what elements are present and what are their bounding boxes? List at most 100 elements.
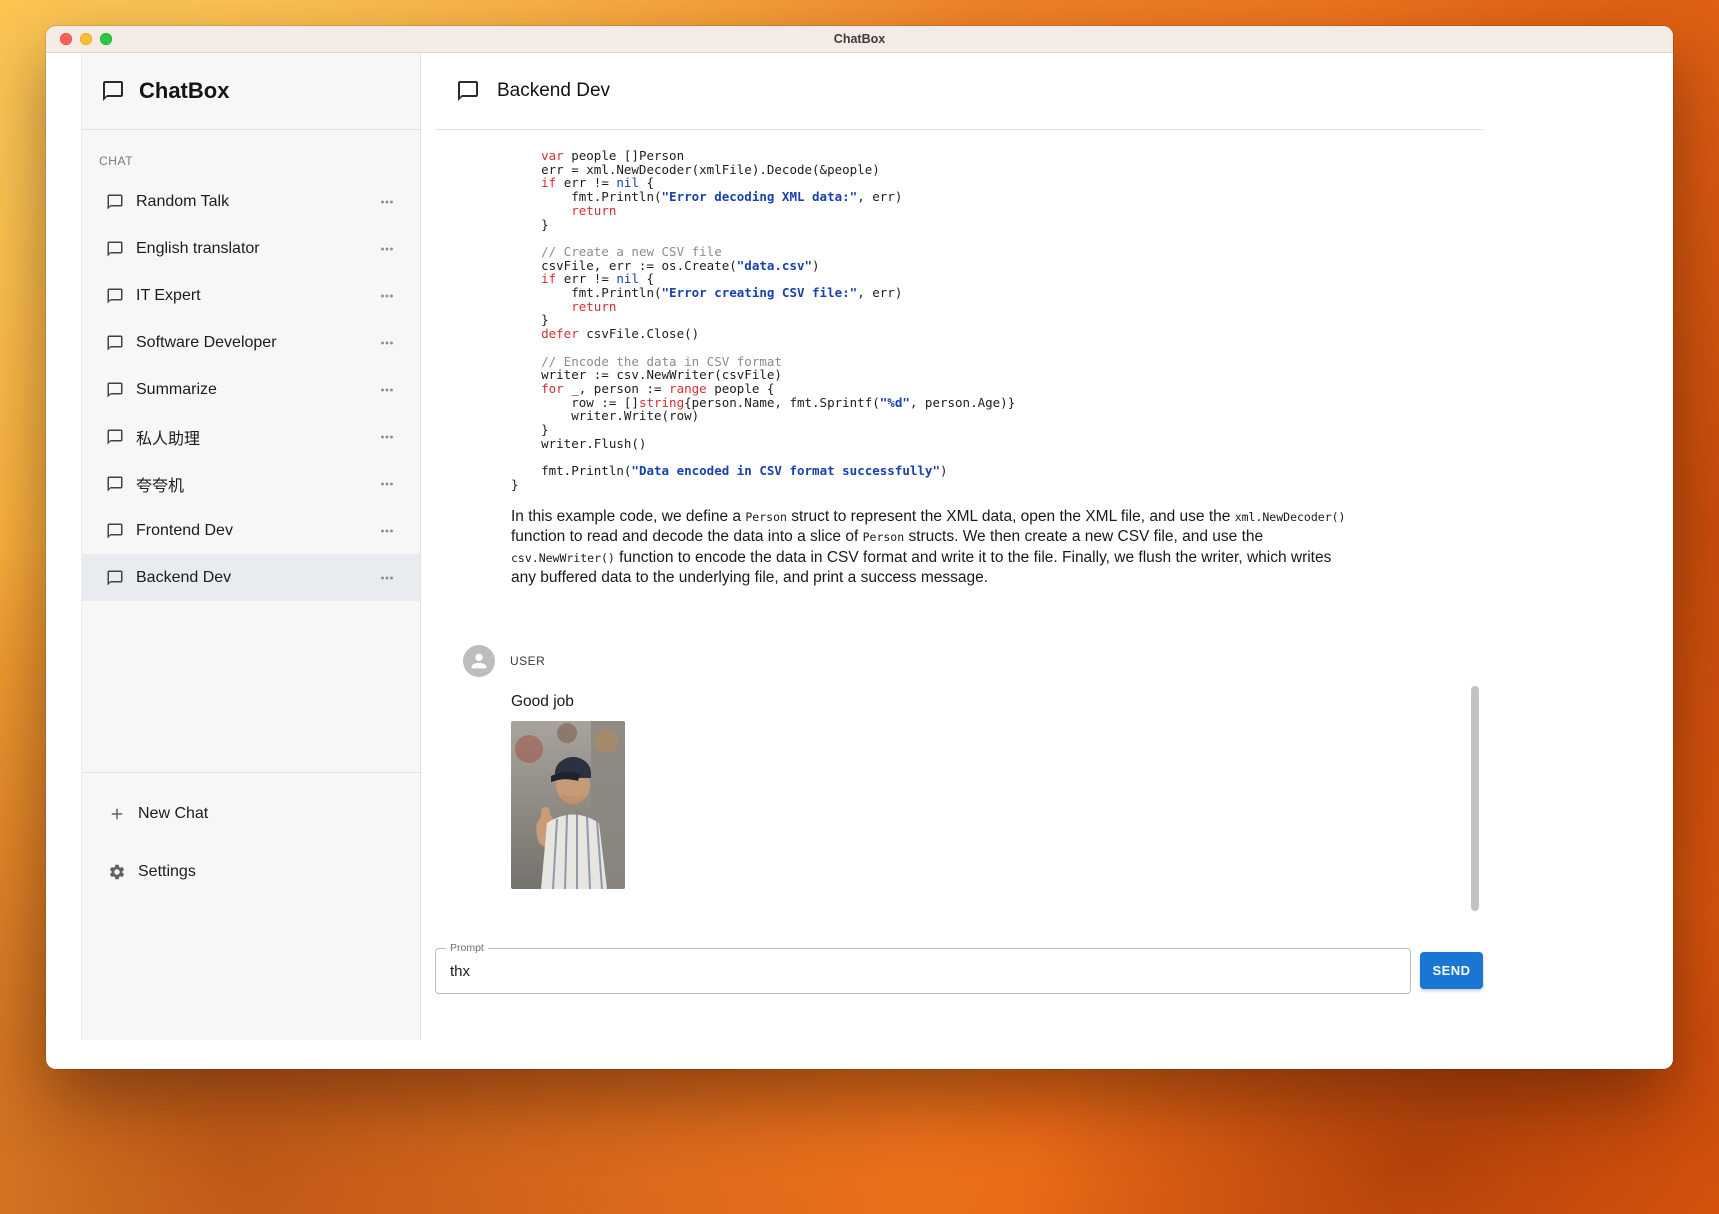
code-line: defer csvFile.Close() (511, 327, 1483, 341)
code-line: if err != nil { (511, 272, 1483, 286)
chat-item-label: Summarize (136, 381, 217, 399)
code-line: } (511, 423, 1483, 437)
explanation-text: In this example code, we define a (511, 508, 745, 525)
chat-bubble-icon (106, 522, 124, 540)
chat-item-label: Random Talk (136, 193, 229, 211)
sidebar-item-backend-dev[interactable]: Backend Dev (82, 554, 420, 601)
chat-item-label: 私人助理 (136, 425, 200, 449)
plus-icon (108, 805, 126, 823)
conversation-title: Backend Dev (497, 80, 610, 102)
more-options-icon[interactable] (378, 475, 396, 493)
sidebar-item-私人助理[interactable]: 私人助理 (82, 413, 420, 460)
user-message-text: Good job (511, 693, 1483, 711)
send-button[interactable]: SEND (1420, 952, 1483, 989)
explanation-text: function to encode the data in CSV forma… (511, 549, 1331, 587)
user-avatar (463, 645, 495, 677)
code-line: writer := csv.NewWriter(csvFile) (511, 368, 1483, 382)
chat-item-label: IT Expert (136, 287, 201, 305)
sidebar-item-software-developer[interactable]: Software Developer (82, 319, 420, 366)
sidebar-item-夸夸机[interactable]: 夸夸机 (82, 460, 420, 507)
more-options-icon[interactable] (378, 287, 396, 305)
sidebar-bottom-section: New Chat Settings (82, 772, 420, 901)
gear-icon (108, 863, 126, 881)
chat-section-label: CHAT (82, 130, 420, 178)
chat-bubble-icon (106, 569, 124, 587)
settings-button[interactable]: Settings (82, 843, 420, 901)
assistant-explanation: In this example code, we define a Person… (511, 507, 1356, 589)
chat-item-label: English translator (136, 240, 260, 258)
chat-bubble-icon (106, 381, 124, 399)
inline-code: Person (863, 530, 905, 544)
chat-message-area: var people []Person err = xml.NewDecoder… (435, 130, 1483, 935)
chat-bubble-icon (106, 193, 124, 211)
window-titlebar: ChatBox (46, 26, 1673, 53)
code-line (511, 231, 1483, 245)
code-line (511, 450, 1483, 464)
code-line: // Encode the data in CSV format (511, 355, 1483, 369)
sidebar-header: ChatBox (82, 53, 420, 130)
more-options-icon[interactable] (378, 428, 396, 446)
window-body: ChatBox CHAT Random Talk English translat… (46, 53, 1673, 1040)
attachment-photo[interactable] (511, 721, 625, 889)
new-chat-label: New Chat (138, 805, 208, 823)
conversation-header: Backend Dev (435, 53, 1483, 130)
main-column: Backend Dev var people []Person err = xm… (435, 53, 1483, 1040)
explanation-text: struct to represent the XML data, open t… (787, 508, 1235, 525)
prompt-field: Prompt (435, 948, 1411, 994)
inline-code: csv.NewWriter() (511, 551, 615, 565)
chat-bubble-icon (106, 334, 124, 352)
chat-bubble-icon (106, 428, 124, 446)
code-line (511, 341, 1483, 355)
code-line: err = xml.NewDecoder(xmlFile).Decode(&pe… (511, 163, 1483, 177)
code-line: for _, person := range people { (511, 382, 1483, 396)
explanation-text: function to read and decode the data int… (511, 528, 863, 545)
more-options-icon[interactable] (378, 569, 396, 587)
chat-item-label: Software Developer (136, 334, 277, 352)
code-line: writer.Flush() (511, 437, 1483, 451)
code-line: if err != nil { (511, 176, 1483, 190)
chat-item-label: 夸夸机 (136, 472, 184, 496)
chat-item-label: Frontend Dev (136, 522, 233, 540)
user-role-label: USER (510, 654, 545, 668)
sidebar-item-frontend-dev[interactable]: Frontend Dev (82, 507, 420, 554)
more-options-icon[interactable] (378, 193, 396, 211)
code-line: fmt.Println("Data encoded in CSV format … (511, 464, 1483, 478)
code-line: return (511, 204, 1483, 218)
chat-bubble-icon (456, 79, 480, 103)
app-logo-chat-bubble-icon (101, 79, 125, 103)
chat-bubble-icon (106, 475, 124, 493)
prompt-input[interactable] (436, 949, 1410, 993)
code-line: } (511, 313, 1483, 327)
code-line: return (511, 300, 1483, 314)
code-block: var people []Person err = xml.NewDecoder… (511, 149, 1483, 492)
main-area: Backend Dev var people []Person err = xm… (421, 53, 1673, 1040)
explanation-text: structs. We then create a new CSV file, … (904, 528, 1263, 545)
code-line: fmt.Println("Error decoding XML data:", … (511, 190, 1483, 204)
sidebar-item-summarize[interactable]: Summarize (82, 366, 420, 413)
more-options-icon[interactable] (378, 334, 396, 352)
chat-scrollbar[interactable] (1471, 686, 1479, 911)
code-line: } (511, 218, 1483, 232)
code-line: writer.Write(row) (511, 409, 1483, 423)
sidebar-gutter (46, 53, 81, 1040)
inline-code: xml.NewDecoder() (1235, 510, 1346, 524)
more-options-icon[interactable] (378, 381, 396, 399)
sidebar-item-random-talk[interactable]: Random Talk (82, 178, 420, 225)
window-title: ChatBox (46, 32, 1673, 46)
composer: Prompt SEND (435, 935, 1483, 1040)
chat-bubble-icon (106, 240, 124, 258)
sidebar: ChatBox CHAT Random Talk English translat… (81, 53, 421, 1040)
code-line: row := []string{person.Name, fmt.Sprintf… (511, 396, 1483, 410)
sidebar-item-english-translator[interactable]: English translator (82, 225, 420, 272)
user-message-header: USER (463, 645, 1483, 677)
more-options-icon[interactable] (378, 240, 396, 258)
code-line: } (511, 478, 1483, 492)
sidebar-spacer (82, 601, 420, 772)
inline-code: Person (745, 510, 787, 524)
new-chat-button[interactable]: New Chat (82, 785, 420, 843)
code-line: fmt.Println("Error creating CSV file:", … (511, 286, 1483, 300)
code-line: var people []Person (511, 149, 1483, 163)
chat-item-label: Backend Dev (136, 569, 231, 587)
sidebar-item-it-expert[interactable]: IT Expert (82, 272, 420, 319)
more-options-icon[interactable] (378, 522, 396, 540)
